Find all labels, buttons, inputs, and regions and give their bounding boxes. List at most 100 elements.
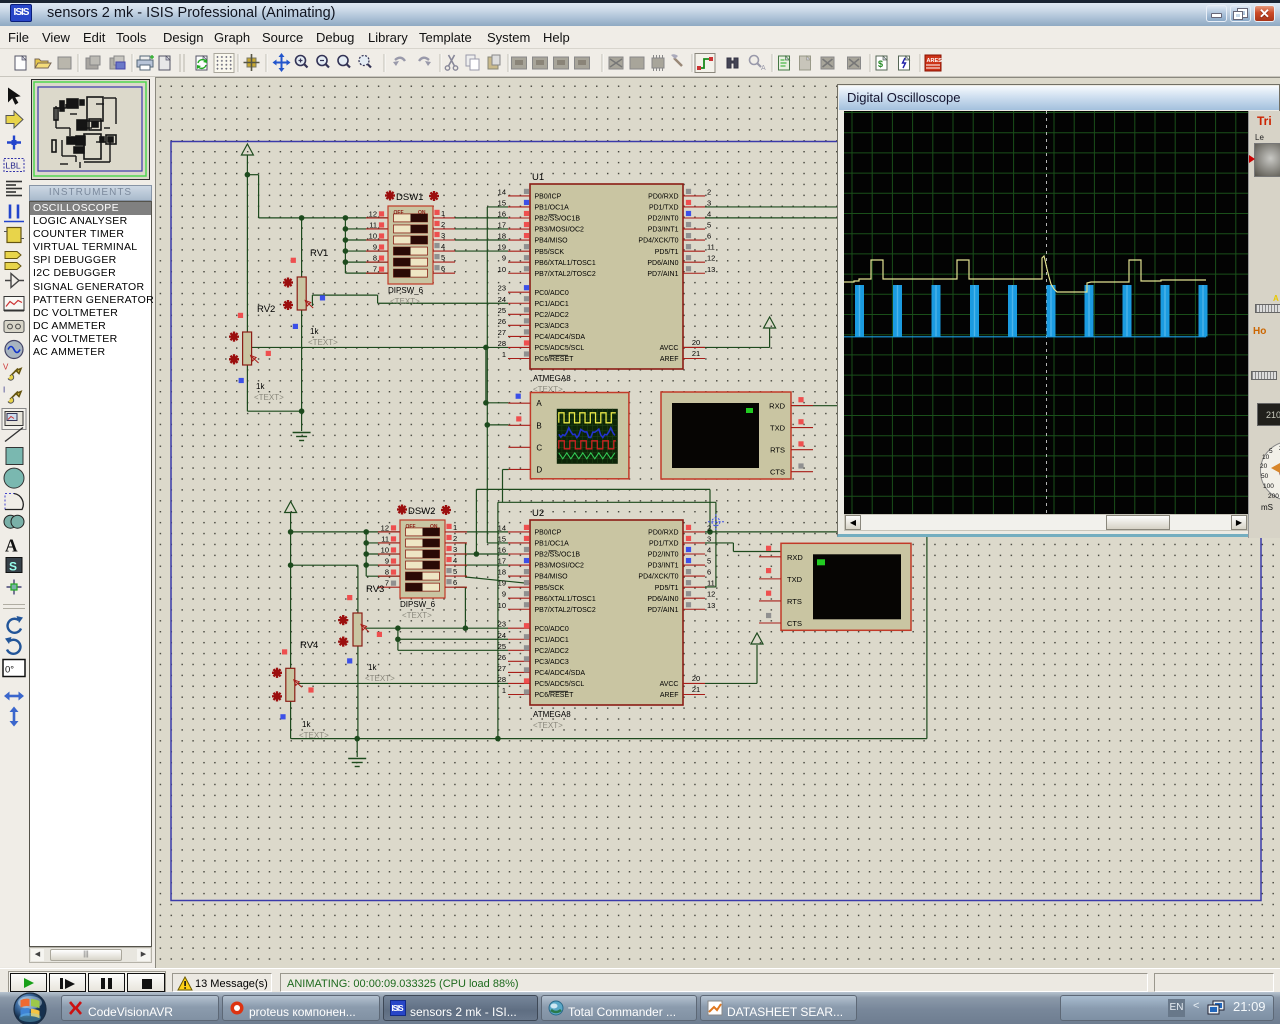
svg-text:19: 19 [498,579,506,588]
svg-text:PB6/XTAL1/TOSC1: PB6/XTAL1/TOSC1 [535,596,596,603]
svg-text:PC1/ADC1: PC1/ADC1 [535,637,569,644]
svg-text:PB7/XTAL2/TOSC2: PB7/XTAL2/TOSC2 [535,271,596,278]
svg-text:4: 4 [453,556,457,565]
svg-text:12: 12 [369,209,377,218]
svg-text:DIPSW_6: DIPSW_6 [388,286,424,295]
svg-text:6: 6 [441,264,445,273]
svg-text:PC0/ADC0: PC0/ADC0 [535,290,569,297]
svg-text:<TEXT>: <TEXT> [533,721,563,730]
svg-text:B: B [536,421,541,430]
svg-text:PD5/T1: PD5/T1 [655,585,679,592]
svg-text:AREF: AREF [660,692,679,699]
svg-text:PC3/ADC3: PC3/ADC3 [535,323,569,330]
svg-text:PC4/ADC4/SDA: PC4/ADC4/SDA [535,670,586,677]
svg-text:20: 20 [692,674,700,683]
svg-text:15: 15 [498,198,506,207]
svg-text:PC6/RESET: PC6/RESET [535,356,575,363]
svg-text:6: 6 [453,578,457,587]
svg-text:23: 23 [498,620,506,629]
svg-text:DSW1: DSW1 [396,192,423,203]
svg-text:24: 24 [498,295,506,304]
svg-text:11: 11 [707,579,715,588]
svg-text:PD1/TXD: PD1/TXD [649,541,679,548]
svg-text:PB4/MISO: PB4/MISO [535,238,569,245]
svg-text:8: 8 [373,254,377,263]
svg-text:12: 12 [707,254,715,263]
svg-text:$: $ [878,59,883,69]
svg-text:28: 28 [498,675,506,684]
svg-text:1k: 1k [302,720,311,729]
svg-text:14: 14 [498,523,506,532]
svg-text:5: 5 [707,557,711,566]
svg-text:PB1/OC1A: PB1/OC1A [535,541,570,548]
svg-text:PB7/XTAL2/TOSC2: PB7/XTAL2/TOSC2 [535,607,596,614]
svg-text:DSW2: DSW2 [408,506,435,517]
svg-text:5: 5 [441,253,445,262]
svg-text:TXD: TXD [770,424,786,433]
svg-text:AVCC: AVCC [660,345,679,352]
svg-text:PC4/ADC4/SDA: PC4/ADC4/SDA [535,334,586,341]
svg-text:1k: 1k [256,382,265,391]
svg-text:4: 4 [707,546,711,555]
svg-text:10: 10 [369,232,377,241]
svg-text:PC2/ADC2: PC2/ADC2 [535,648,569,655]
svg-text:DIPSW_6: DIPSW_6 [400,600,436,609]
svg-text:PD6/AIN0: PD6/AIN0 [647,260,678,267]
svg-text:U2: U2 [532,508,544,519]
svg-text:10: 10 [381,546,389,555]
svg-text:V: V [3,363,9,372]
svg-text:PC3/ADC3: PC3/ADC3 [535,659,569,666]
svg-text:PD2/INT0: PD2/INT0 [648,216,679,223]
svg-text:PB3/MOSI/OC2: PB3/MOSI/OC2 [535,563,585,570]
svg-text:CTS: CTS [770,468,785,477]
svg-text:PD0/RXD: PD0/RXD [648,194,678,201]
svg-text:<TEXT>: <TEXT> [390,297,420,306]
svg-text:PD4/XCK/T0: PD4/XCK/T0 [638,574,678,581]
svg-text:6: 6 [707,568,711,577]
svg-text:15: 15 [498,534,506,543]
svg-text:11: 11 [707,243,715,252]
svg-text:27: 27 [498,328,506,337]
svg-text:PB4/MISO: PB4/MISO [535,574,569,581]
svg-text:10: 10 [498,601,506,610]
svg-text:7: 7 [373,265,377,274]
svg-text:10: 10 [498,265,506,274]
svg-text:PB5/SCK: PB5/SCK [535,249,565,256]
svg-text:PC1/ADC1: PC1/ADC1 [535,301,569,308]
svg-text:PB2/SS/OC1B: PB2/SS/OC1B [535,552,581,559]
svg-text:PB0/ICP: PB0/ICP [535,530,562,537]
svg-text:11: 11 [369,220,377,229]
svg-text:PB5/SCK: PB5/SCK [535,585,565,592]
svg-text:1: 1 [502,350,506,359]
svg-text:7: 7 [385,579,389,588]
svg-text:14: 14 [498,187,506,196]
svg-text:24: 24 [498,631,506,640]
svg-text:8: 8 [385,568,389,577]
svg-text:RTS: RTS [770,446,785,455]
svg-text:3: 3 [441,231,445,240]
svg-text:5: 5 [453,567,457,576]
svg-text:3: 3 [707,534,711,543]
svg-text:<TEXT>: <TEXT> [308,338,338,347]
svg-text:LBL: LBL [6,161,21,171]
svg-text:3: 3 [453,545,457,554]
svg-text:1: 1 [453,523,457,532]
svg-text:16: 16 [498,546,506,555]
svg-text:PD5/T1: PD5/T1 [655,249,679,256]
svg-text:19: 19 [498,243,506,252]
svg-text:5: 5 [707,221,711,230]
svg-text:PB6/XTAL1/TOSC1: PB6/XTAL1/TOSC1 [535,260,596,267]
svg-text:ISIS: ISIS [392,1004,405,1013]
svg-text:21: 21 [692,685,700,694]
svg-text:27: 27 [498,664,506,673]
svg-text:6: 6 [707,232,711,241]
svg-text:RTS: RTS [787,597,802,606]
svg-text:A: A [761,65,766,72]
svg-text:A: A [536,399,542,408]
svg-text:PC2/ADC2: PC2/ADC2 [535,312,569,319]
svg-text:PD6/AIN0: PD6/AIN0 [647,596,678,603]
svg-text:RV3: RV3 [366,584,384,595]
svg-text:9: 9 [502,254,506,263]
svg-text:RXD: RXD [787,553,803,562]
svg-text:ARES: ARES [927,58,943,64]
